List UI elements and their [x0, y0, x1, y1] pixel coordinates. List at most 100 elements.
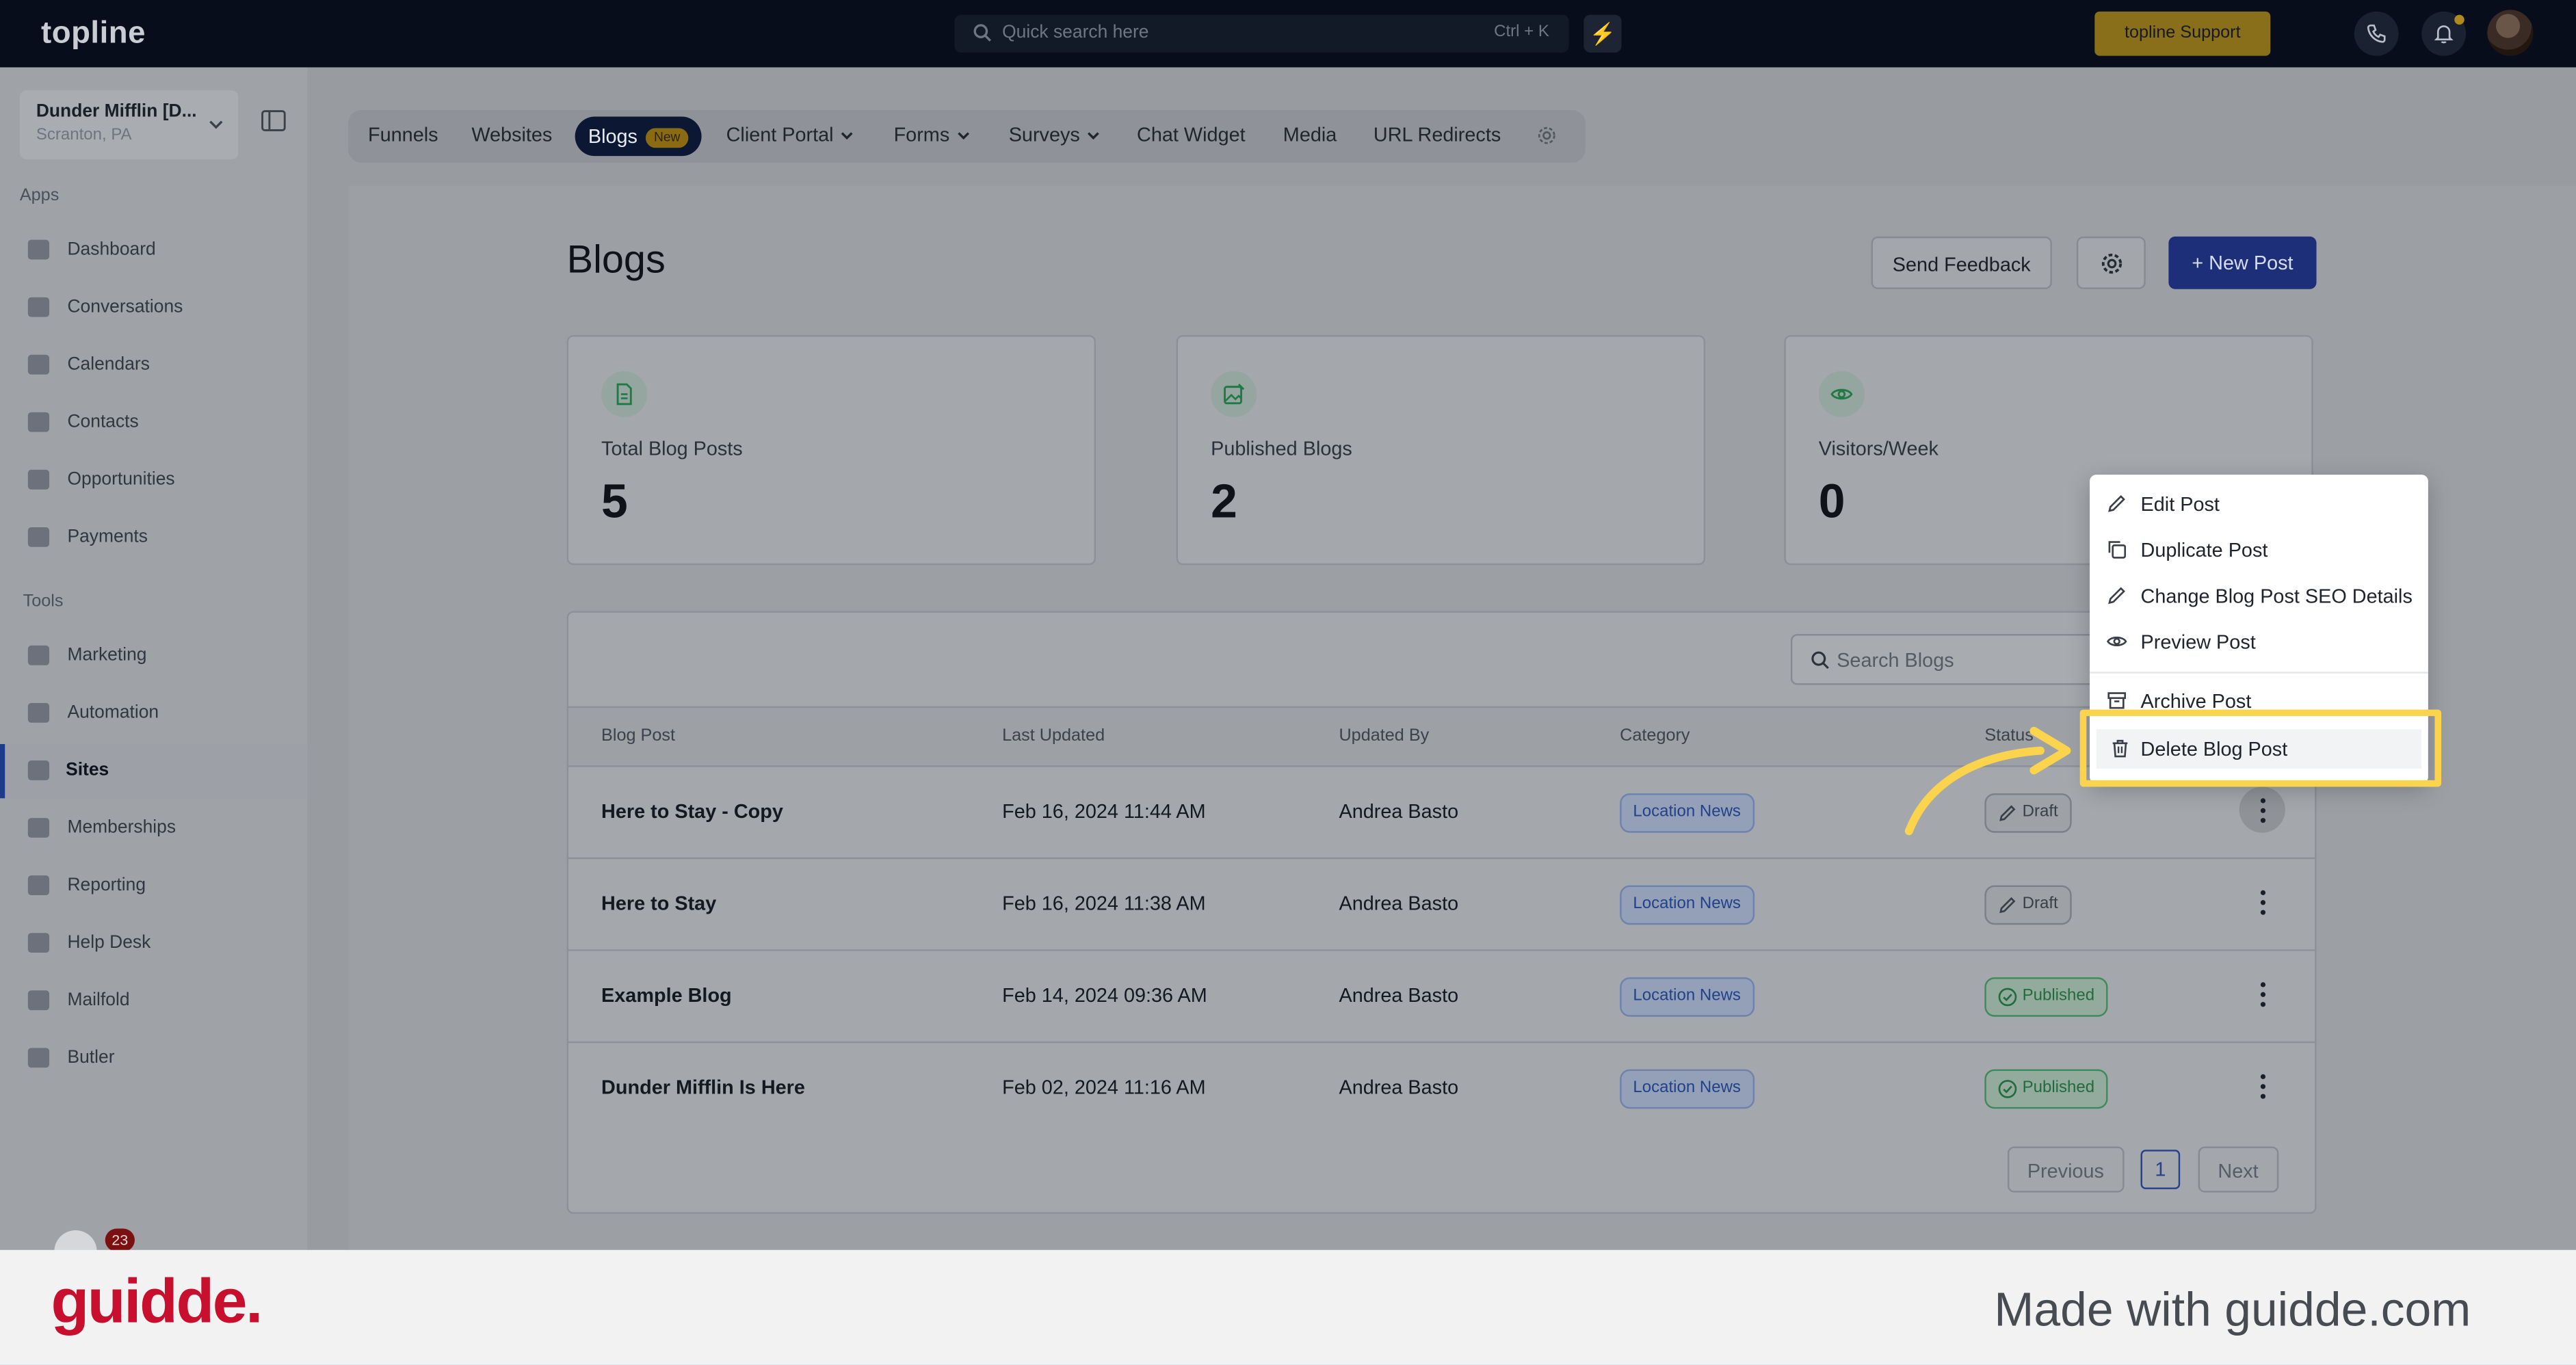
sidebar-item-label: Dashboard: [67, 239, 156, 260]
tab-label: Funnels: [368, 123, 438, 146]
sidebar-item-contacts[interactable]: Contacts: [0, 396, 307, 450]
next-page-button[interactable]: Next: [2198, 1146, 2278, 1193]
chat-launcher[interactable]: [54, 1230, 97, 1252]
tab-url-redirects[interactable]: URL Redirects: [1374, 123, 1501, 146]
copy-icon: [2108, 541, 2127, 559]
sidebar-item-automation[interactable]: Automation: [0, 687, 307, 741]
tab-client-portal[interactable]: Client Portal: [726, 123, 855, 146]
previous-page-button[interactable]: Previous: [2007, 1146, 2124, 1193]
bell-icon: [2434, 25, 2454, 44]
page-number-button[interactable]: 1: [2140, 1150, 2181, 1189]
row-actions-button[interactable]: [2239, 879, 2285, 925]
blog-post-title[interactable]: Dunder Mifflin Is Here: [601, 1076, 805, 1099]
sidebar-item-label: Contacts: [67, 412, 139, 432]
sidebar-item-butler[interactable]: Butler: [0, 1031, 307, 1085]
phone-icon: [2367, 24, 2386, 43]
tab-forms[interactable]: Forms: [894, 123, 971, 146]
table-row[interactable]: Dunder Mifflin Is Here Feb 02, 2024 11:16…: [568, 1041, 2315, 1135]
menu-item-label: Change Blog Post SEO Details: [2140, 585, 2413, 608]
kebab-dot: [2260, 1094, 2266, 1099]
top-bar: topline Quick search here Ctrl + K ⚡ top…: [0, 0, 2576, 68]
sidebar: Dunder Mifflin [D... Scranton, PA Apps D…: [0, 67, 308, 1252]
sidebar-item-dashboard[interactable]: Dashboard: [0, 224, 307, 278]
table-row[interactable]: Here to Stay Feb 16, 2024 11:38 AM Andrea …: [568, 857, 2315, 951]
kebab-dot: [2260, 982, 2266, 988]
updated-by: Andrea Basto: [1339, 1076, 1459, 1099]
app-logo[interactable]: topline: [41, 16, 146, 53]
sidebar-collapse-icon[interactable]: [261, 110, 286, 131]
sidebar-item-conversations[interactable]: Conversations: [0, 281, 307, 335]
send-feedback-button[interactable]: Send Feedback: [1871, 236, 2052, 289]
payments-icon: [27, 527, 50, 547]
updated-by: Andrea Basto: [1339, 983, 1459, 1007]
sidebar-item-sites[interactable]: Sites: [0, 744, 308, 799]
sidebar-item-marketing[interactable]: Marketing: [0, 629, 307, 683]
memberships-icon: [27, 818, 50, 838]
status-label: Published: [2022, 1078, 2095, 1098]
menu-item-edit-post[interactable]: Edit Post: [2090, 485, 2428, 525]
tab-label: Media: [1283, 123, 1337, 146]
chevron-down-icon: [1088, 133, 1100, 140]
settings-gear-icon[interactable]: [1536, 125, 1558, 146]
menu-item-seo-details[interactable]: Change Blog Post SEO Details: [2090, 577, 2428, 616]
sidebar-item-label: Butler: [67, 1048, 115, 1068]
menu-item-preview-post[interactable]: Preview Post: [2090, 622, 2428, 662]
butler-icon: [27, 1048, 50, 1068]
sidebar-item-opportunities[interactable]: Opportunities: [0, 453, 307, 507]
sidebar-item-label: Payments: [67, 527, 148, 547]
tab-websites[interactable]: Websites: [471, 123, 552, 146]
sidebar-item-label: Marketing: [67, 645, 147, 665]
menu-divider: [2090, 672, 2428, 674]
tab-label: Forms: [893, 123, 950, 146]
archive-icon: [2107, 692, 2127, 709]
blog-post-title[interactable]: Example Blog: [601, 984, 732, 1007]
table-row[interactable]: Example Blog Feb 14, 2024 09:36 AM Andrea …: [568, 949, 2315, 1043]
tab-blogs[interactable]: Blogs New: [575, 116, 702, 157]
tab-media[interactable]: Media: [1283, 123, 1337, 146]
sidebar-item-label: Calendars: [67, 354, 150, 375]
sidebar-item-calendars[interactable]: Calendars: [0, 339, 307, 393]
row-actions-button[interactable]: [2239, 1063, 2285, 1109]
stat-label: Visitors/Week: [1818, 436, 1938, 460]
sidebar-item-memberships[interactable]: Memberships: [0, 801, 307, 856]
blog-settings-button[interactable]: [2076, 236, 2146, 289]
account-switcher[interactable]: Dunder Mifflin [D... Scranton, PA: [19, 90, 239, 159]
tab-funnels[interactable]: Funnels: [368, 123, 438, 146]
blog-post-title[interactable]: Here to Stay: [601, 892, 716, 915]
check-circle-icon: [1998, 988, 2017, 1007]
kebab-dot: [2260, 910, 2266, 915]
reporting-icon: [27, 875, 50, 895]
guidde-logo: guidde.: [51, 1268, 263, 1338]
status-label: Published: [2022, 987, 2095, 1005]
search-blogs-input[interactable]: Search Blogs: [1790, 634, 2120, 685]
new-post-button[interactable]: + New Post: [2168, 236, 2317, 289]
kebab-dot: [2260, 900, 2266, 905]
menu-item-duplicate-post[interactable]: Duplicate Post: [2090, 531, 2428, 570]
check-circle-icon: [1998, 1080, 2017, 1098]
guidde-footer: guidde. Made with guidde.com: [0, 1249, 2576, 1365]
tab-chat-widget[interactable]: Chat Widget: [1137, 123, 1246, 146]
row-actions-button[interactable]: [2239, 970, 2285, 1016]
blog-post-title[interactable]: Here to Stay - Copy: [601, 800, 783, 823]
lightning-icon[interactable]: ⚡: [1583, 14, 1622, 53]
screen: topline Quick search here Ctrl + K ⚡ top…: [0, 0, 2576, 1365]
sidebar-item-payments[interactable]: Payments: [0, 511, 307, 565]
tools-heading: Tools: [23, 591, 64, 611]
user-avatar[interactable]: [2487, 10, 2534, 56]
row-actions-button[interactable]: [2239, 786, 2285, 833]
image-edit-icon: [1211, 371, 1257, 418]
sidebar-item-help-desk[interactable]: Help Desk: [0, 916, 307, 970]
column-header: Last Updated: [1002, 726, 1105, 746]
sidebar-item-mailfold[interactable]: Mailfold: [0, 974, 307, 1028]
apps-heading: Apps: [19, 185, 60, 206]
status-badge: Published: [1984, 977, 2108, 1017]
support-button[interactable]: topline Support: [2094, 11, 2271, 56]
tab-surveys[interactable]: Surveys: [1009, 123, 1101, 146]
quick-search-input[interactable]: Quick search here Ctrl + K: [954, 14, 1569, 53]
sidebar-item-label: Help Desk: [67, 933, 151, 953]
sidebar-item-label: Opportunities: [67, 469, 175, 490]
pointer-arrow: [1904, 726, 2071, 836]
sidebar-item-reporting[interactable]: Reporting: [0, 859, 307, 913]
phone-button[interactable]: [2354, 11, 2399, 56]
kebab-dot: [2260, 818, 2266, 823]
